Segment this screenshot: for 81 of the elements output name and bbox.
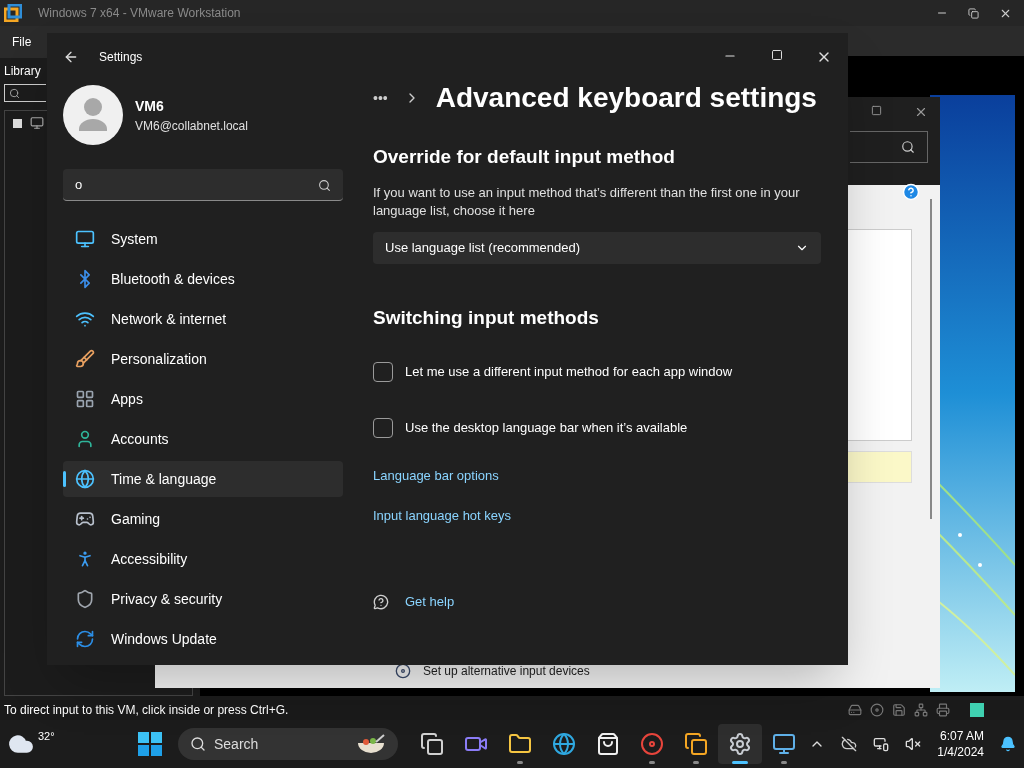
section-heading: Switching input methods	[373, 305, 600, 330]
task-view-icon	[420, 732, 444, 756]
nav-item[interactable]: Apps	[63, 381, 343, 417]
person-icon	[75, 429, 95, 449]
cloud-off-icon[interactable]	[841, 736, 858, 752]
temperature: 32°	[38, 728, 55, 744]
input-method-dropdown[interactable]: Use language list (recommended)	[373, 231, 821, 264]
bell-icon[interactable]	[1000, 736, 1016, 752]
settings-link[interactable]: Language bar options	[373, 466, 499, 486]
brush-icon	[75, 349, 95, 369]
wifi-icon	[75, 309, 95, 329]
nav-item[interactable]: Privacy & security	[63, 581, 343, 617]
nav-item[interactable]: Personalization	[63, 341, 343, 377]
nav-item[interactable]: Accessibility	[63, 541, 343, 577]
taskbar-app[interactable]	[718, 724, 762, 764]
settings-link[interactable]: Input language hot keys	[373, 506, 512, 526]
library-title: Library	[4, 63, 42, 80]
search-field[interactable]: o	[63, 169, 343, 201]
running-indicator	[517, 761, 523, 764]
user-email: VM6@collabnet.local	[135, 117, 248, 135]
checkbox-label: Use the desktop language bar when it’s available	[405, 419, 688, 438]
menu-item[interactable]: File	[12, 33, 32, 51]
restore-icon[interactable]	[968, 7, 979, 19]
close-icon[interactable]	[914, 105, 928, 119]
guest-search-field[interactable]	[850, 131, 928, 163]
printer-icon[interactable]	[936, 703, 950, 717]
taskbar-search[interactable]: Search	[178, 728, 398, 760]
apps-icon	[75, 389, 95, 409]
user-name: VM6	[135, 96, 165, 116]
window-title: Windows 7 x64 - VMware Workstation	[38, 5, 241, 22]
section-heading: Override for default input method	[373, 145, 676, 169]
store-icon	[596, 732, 620, 756]
page-title: Advanced keyboard settings	[435, 81, 817, 115]
refresh-icon	[75, 629, 95, 649]
nav-item[interactable]: Bluetooth & devices	[63, 261, 343, 297]
running-indicator	[781, 761, 787, 764]
selection-indicator	[63, 471, 66, 487]
guest-text: Set up alternative input devices	[423, 663, 590, 680]
monitor-icon	[30, 116, 44, 130]
status-text: To direct input to this VM, click inside or press Ctrl+G.	[4, 702, 289, 719]
network-adapter-icon[interactable]	[914, 703, 928, 717]
get-help-link[interactable]: Get help	[405, 592, 455, 612]
nav-item[interactable]: Network & internet	[63, 301, 343, 337]
gamepad-icon	[75, 509, 95, 529]
volume-muted-icon[interactable]	[905, 736, 922, 752]
checkbox[interactable]	[373, 418, 393, 438]
help-icon[interactable]	[902, 183, 920, 201]
floppy-icon[interactable]	[892, 703, 906, 717]
disc-icon[interactable]	[870, 703, 884, 717]
running-indicator	[649, 761, 655, 764]
search-icon	[901, 140, 915, 154]
gear-icon	[728, 732, 752, 756]
window-title: Settings	[99, 49, 143, 66]
clock[interactable]: 6:07 AM 1/4/2024	[937, 728, 984, 760]
search-icon	[190, 736, 206, 752]
running-indicator	[693, 761, 699, 764]
nav-item[interactable]: Gaming	[63, 501, 343, 537]
folder-icon	[508, 732, 532, 756]
globe-icon	[75, 469, 95, 489]
breadcrumb-overflow[interactable]: •••	[373, 87, 388, 109]
search-icon	[9, 87, 20, 99]
nav-item[interactable]: Accounts	[63, 421, 343, 457]
start-icon[interactable]	[138, 732, 162, 756]
shield-icon	[75, 589, 95, 609]
network-icon[interactable]	[873, 736, 890, 752]
checkbox-label: Let me use a different input method for each app window	[405, 363, 733, 382]
avatar	[63, 85, 123, 145]
bowl-icon	[356, 734, 386, 754]
checkbox[interactable]	[373, 362, 393, 382]
vmware-logo-icon	[4, 4, 22, 22]
nav-item[interactable]: Windows Update	[63, 621, 343, 657]
nav-item[interactable]: Time & language	[63, 461, 343, 497]
library-search-field[interactable]	[4, 84, 46, 102]
back-icon[interactable]	[63, 49, 79, 65]
monitor-icon	[75, 229, 95, 249]
hard-drive-icon[interactable]	[848, 703, 862, 717]
help-icon	[373, 593, 389, 610]
search-icon	[318, 179, 331, 192]
running-indicator	[732, 761, 748, 764]
nav-item[interactable]: System	[63, 221, 343, 257]
description-text: If you want to use an input method that’s different than the first one in your language list, choose it here	[373, 183, 801, 220]
